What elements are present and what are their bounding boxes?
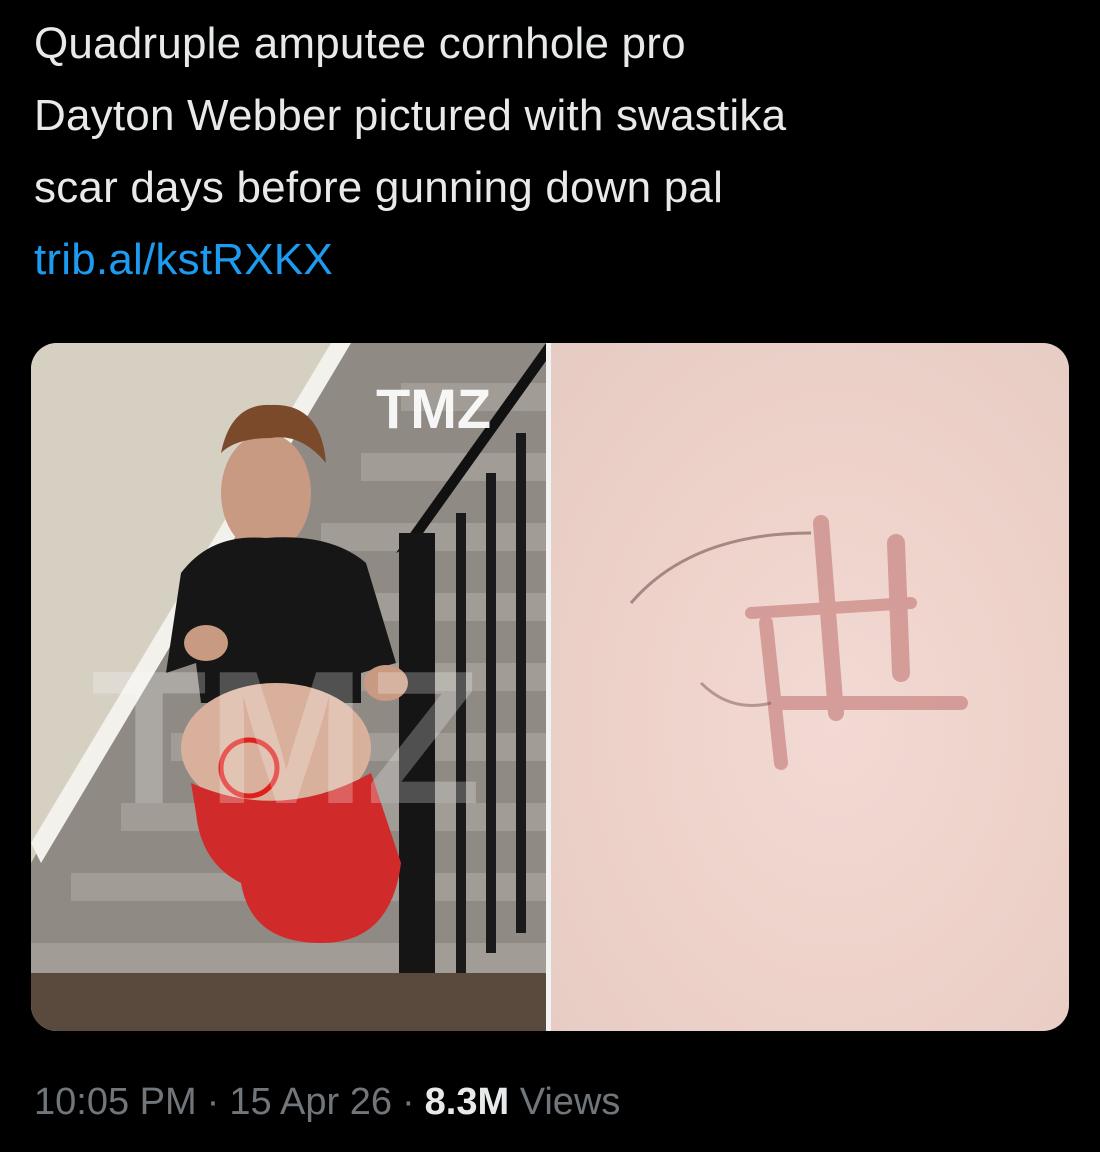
views-label: Views [519, 1081, 621, 1123]
photo-scar-illustration [629, 515, 968, 770]
media-grid: TMZ TMZ [31, 343, 1069, 1031]
photo-stairway-illustration: TMZ TMZ [31, 343, 546, 1031]
photo-scar-closeup[interactable] [551, 343, 1069, 1031]
tweet-text-line: Dayton Webber pictured with swastika [34, 91, 787, 140]
photo-stairway[interactable]: TMZ TMZ [31, 343, 546, 1031]
tweet-text-line: scar days before gunning down pal [34, 163, 724, 212]
meta-separator: · [206, 1081, 220, 1123]
meta-separator: · [402, 1081, 415, 1123]
tweet-link[interactable]: trib.al/kstRXKX [34, 235, 333, 284]
tweet-text-line: Quadruple amputee cornhole pro [34, 19, 686, 68]
views-count: 8.3M [424, 1081, 510, 1123]
tweet-text: Quadruple amputee cornhole pro Dayton We… [34, 8, 1064, 296]
tweet-meta: 10:05 PM · 15 Apr 26 · 8.3M Views [34, 1072, 620, 1132]
watermark-tmz-large: TMZ [91, 632, 481, 844]
watermark-tmz-top: TMZ [376, 377, 491, 440]
tweet-time[interactable]: 10:05 PM [34, 1081, 197, 1123]
tweet-date[interactable]: 15 Apr 26 [229, 1081, 392, 1123]
